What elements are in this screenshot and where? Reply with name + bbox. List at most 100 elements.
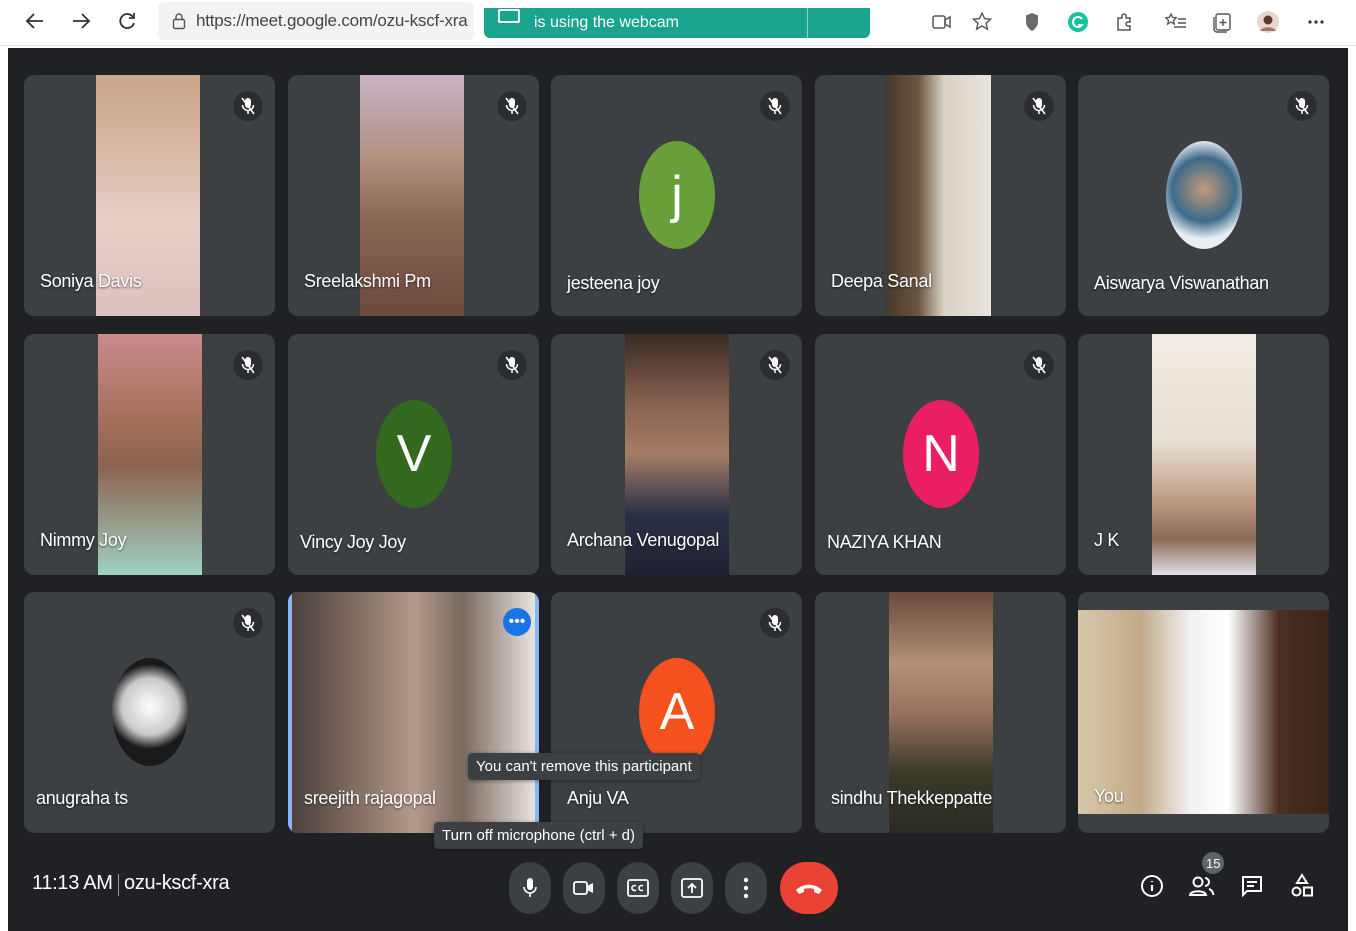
participant-name: anugraha ts (36, 788, 128, 808)
participant-tile[interactable]: N NAZIYA KHAN (815, 334, 1066, 575)
video-camera-icon (573, 881, 593, 895)
chat-button[interactable] (1234, 868, 1270, 904)
refresh-icon (119, 13, 135, 29)
mic-off-icon (760, 91, 790, 121)
more-vertical-icon (743, 877, 749, 899)
mic-off-icon (497, 91, 527, 121)
participant-tile[interactable]: Soniya Davis (24, 75, 275, 316)
browser-menu-icon[interactable] (1302, 8, 1330, 36)
participant-avatar: A (639, 658, 715, 766)
participant-tile[interactable]: Deepa Sanal (815, 75, 1066, 316)
meeting-stage: Soniya Davis Sreelakshmi Pm j jesteena j… (8, 48, 1348, 931)
mic-off-icon (233, 91, 263, 121)
participant-name: Anju VA (567, 788, 629, 808)
banner-divider (807, 8, 808, 38)
participant-name: jesteena joy (567, 273, 660, 293)
camera-site-icon[interactable] (928, 8, 956, 36)
participant-tile[interactable]: Aiswarya Viswanathan (1078, 75, 1329, 316)
favorite-star-icon[interactable] (968, 8, 996, 36)
shield-extension-icon[interactable] (1018, 8, 1046, 36)
arrow-left-icon (25, 13, 43, 29)
present-button[interactable] (671, 862, 713, 914)
participant-tile[interactable]: V Vincy Joy Joy (288, 334, 539, 575)
participant-name: sindhu Thekkeppatte (831, 788, 993, 808)
participant-tile[interactable]: Archana Venugopal (551, 334, 802, 575)
lock-icon (172, 13, 186, 30)
participant-tile[interactable]: sindhu Thekkeppatte (815, 592, 1066, 833)
participant-tile-active[interactable]: ••• sreejith rajagopal (288, 592, 539, 833)
meeting-details-button[interactable] (1134, 868, 1170, 904)
participant-tile[interactable]: Sreelakshmi Pm (288, 75, 539, 316)
mic-off-icon (233, 350, 263, 380)
participant-avatar: V (376, 400, 452, 508)
arrow-right-icon (73, 13, 91, 29)
mic-off-icon (1024, 350, 1054, 380)
browser-toolbar: https://meet.google.com/ozu-kscf-xra is … (0, 0, 1356, 46)
participant-name: Aiswarya Viswanathan (1094, 273, 1269, 293)
mic-off-icon (1024, 91, 1054, 121)
participant-name: You (1094, 786, 1124, 806)
end-call-icon (796, 884, 822, 894)
participant-tile[interactable]: A Anju VA (551, 592, 802, 833)
participant-name: Vincy Joy Joy (300, 532, 406, 552)
webcam-notification[interactable]: is using the webcam (484, 8, 870, 38)
separator (118, 874, 119, 896)
participant-name: sreejith rajagopal (304, 788, 436, 808)
webcam-notification-text: is using the webcam (534, 14, 679, 31)
participant-photo-avatar (112, 658, 188, 766)
profile-avatar-icon[interactable] (1254, 8, 1282, 36)
screen-share-icon (498, 9, 520, 23)
participant-name: Soniya Davis (40, 271, 142, 291)
collections-icon[interactable] (1208, 8, 1236, 36)
participant-tile[interactable]: anugraha ts (24, 592, 275, 833)
remove-participant-tooltip: You can't remove this participant (468, 753, 700, 780)
people-icon (1188, 876, 1215, 896)
meeting-code: ozu-kscf-xra (124, 872, 230, 894)
activities-button[interactable] (1284, 868, 1320, 904)
participant-tile[interactable]: j jesteena joy (551, 75, 802, 316)
leave-call-button[interactable] (780, 862, 838, 914)
mic-off-icon (233, 608, 263, 638)
url-text: https://meet.google.com/ozu-kscf-xra (196, 11, 468, 30)
grammarly-icon[interactable] (1064, 8, 1092, 36)
participant-name: Archana Venugopal (567, 530, 720, 550)
microphone-button[interactable] (509, 862, 551, 914)
browser-window: https://meet.google.com/ozu-kscf-xra is … (0, 0, 1356, 931)
participant-name: J K (1094, 530, 1120, 550)
participant-avatar: j (639, 141, 715, 249)
participant-video (1152, 334, 1256, 575)
extensions-puzzle-icon[interactable] (1110, 8, 1138, 36)
more-options-button[interactable]: ••• (503, 608, 531, 636)
participant-count-badge: 15 (1202, 852, 1225, 874)
favorites-list-icon[interactable] (1162, 8, 1190, 36)
mic-off-icon (497, 350, 527, 380)
refresh-button[interactable] (112, 6, 142, 36)
participant-tile-self[interactable]: You (1078, 592, 1329, 833)
captions-button[interactable] (617, 862, 659, 914)
closed-captions-icon (627, 879, 649, 897)
participant-name: Deepa Sanal (831, 271, 932, 291)
camera-button[interactable] (563, 862, 605, 914)
chat-icon (1242, 876, 1262, 898)
participant-photo-avatar (1166, 141, 1242, 249)
participant-avatar: N (903, 400, 979, 508)
self-video (1078, 610, 1329, 814)
info-icon (1141, 875, 1163, 897)
participant-tile[interactable]: Nimmy Joy (24, 334, 275, 575)
participant-name: Sreelakshmi Pm (304, 271, 431, 291)
present-screen-icon (681, 878, 703, 898)
address-bar[interactable]: https://meet.google.com/ozu-kscf-xra (158, 2, 474, 40)
participant-name: NAZIYA KHAN (827, 532, 942, 552)
meeting-time: 11:13 AM (32, 872, 113, 894)
mic-off-icon (760, 350, 790, 380)
more-options-menu-button[interactable] (725, 862, 767, 914)
back-button[interactable] (20, 6, 50, 36)
mic-off-icon (760, 608, 790, 638)
participant-name: Nimmy Joy (40, 530, 127, 550)
forward-button[interactable] (66, 6, 96, 36)
activities-shapes-icon (1291, 873, 1313, 897)
participant-tile[interactable]: J K (1078, 334, 1329, 575)
meeting-controls-bar: 11:13 AM ozu-kscf-xra 15 (8, 840, 1348, 931)
mic-off-icon (1287, 91, 1317, 121)
microphone-icon (523, 878, 537, 897)
